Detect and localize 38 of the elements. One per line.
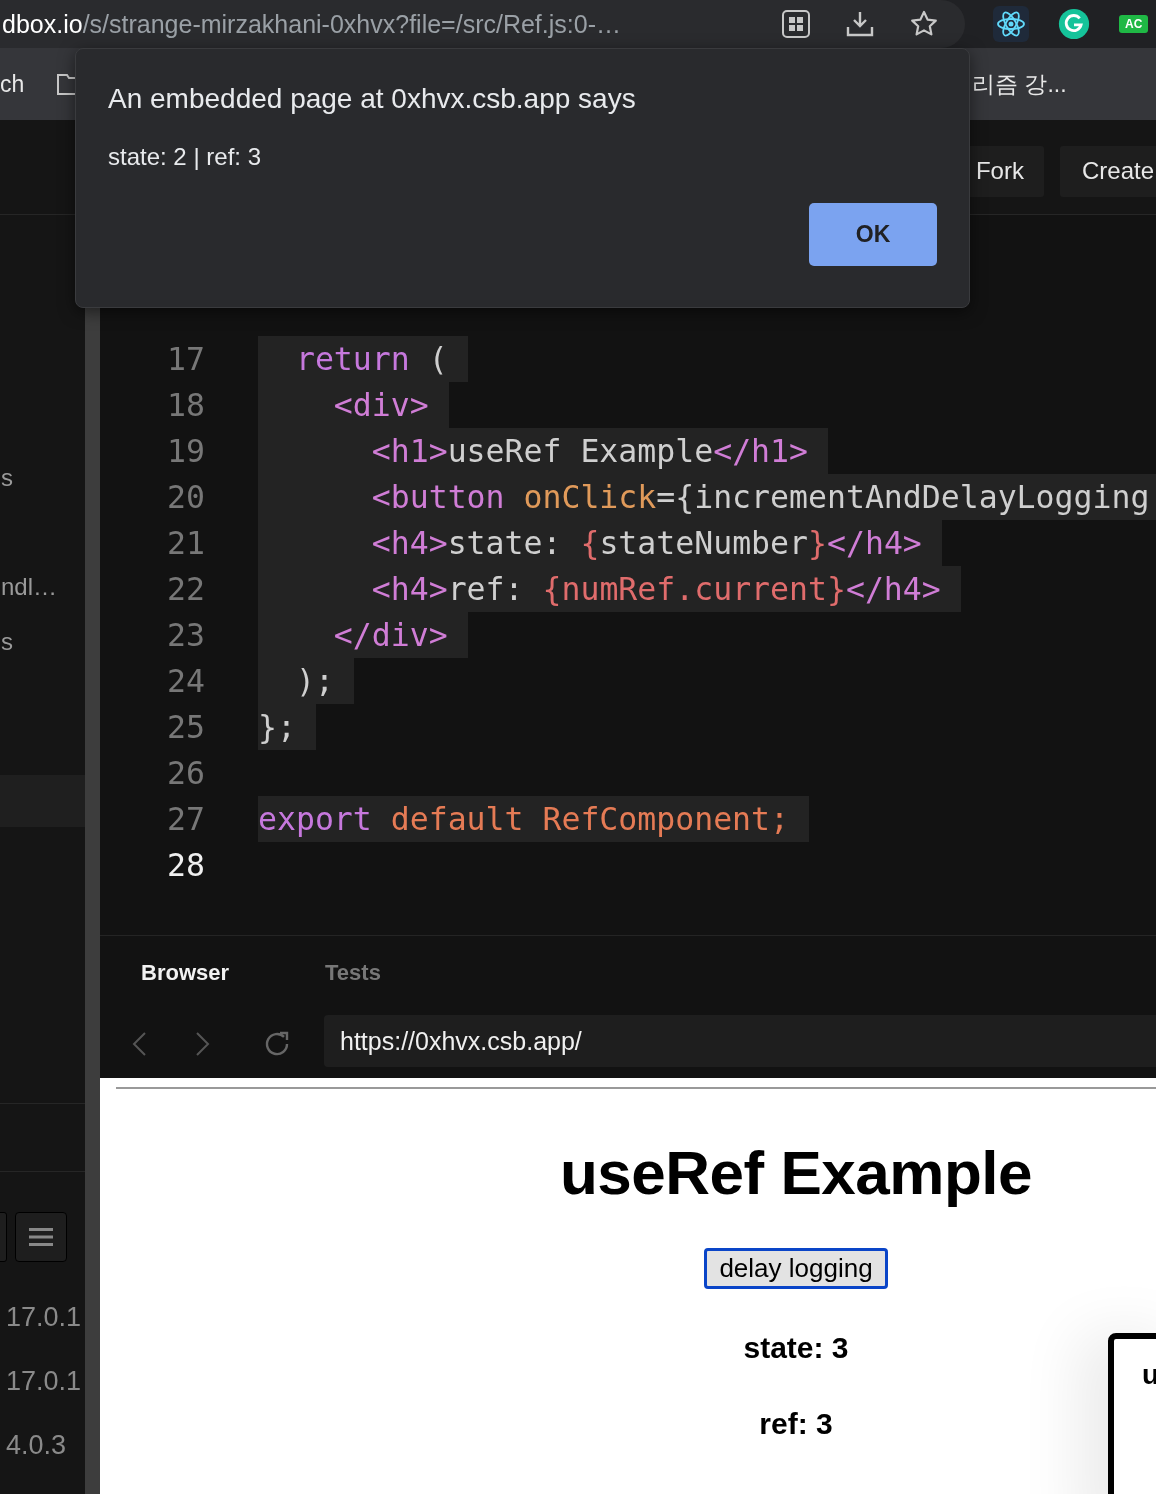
result-text: ref: 3 (759, 1407, 833, 1441)
delay-button[interactable]: delay logging (704, 1248, 888, 1289)
preview-tab[interactable]: Tests (325, 960, 381, 986)
version-text: 17.0.1 (5, 1302, 83, 1332)
line-number: 24 (166, 663, 205, 699)
line-number: 25 (166, 709, 205, 745)
line-number: 18 (166, 387, 205, 423)
star-icon[interactable] (909, 9, 939, 39)
version-text: 17.0.1 (5, 1366, 83, 1396)
line-number: 19 (166, 433, 205, 469)
header-button[interactable]: Create (1059, 145, 1156, 197)
line-number: 23 (166, 617, 205, 653)
atom-icon[interactable] (993, 6, 1029, 42)
dialog-message: state: 2 | ref: 3 (108, 143, 262, 171)
dialog-title: An embedded page at 0xhvx.csb.app says (108, 83, 637, 115)
preview-tab[interactable]: Browser (141, 960, 230, 986)
download-icon[interactable] (845, 9, 875, 39)
bookmark-item[interactable]: 리즘 강... (972, 68, 1067, 100)
bookmark-item[interactable]: ch (0, 70, 25, 98)
g-circle-icon[interactable] (1057, 7, 1091, 41)
version-text: 4.0.3 (5, 1430, 68, 1460)
url-field[interactable]: https://0xhvx.csb.app/ (324, 1015, 1156, 1067)
line-number: 21 (166, 525, 205, 561)
line-number: 22 (166, 571, 205, 607)
sidebar-item[interactable]: s (1, 462, 13, 493)
line-number: 26 (166, 755, 205, 791)
menu-icon (29, 1227, 53, 1247)
line-number: 27 (166, 801, 205, 837)
page-title: useRef Example (560, 1137, 1032, 1208)
sidebar-item[interactable]: ndl… (1, 571, 58, 602)
result-text: state: 3 (743, 1331, 849, 1365)
line-number: 20 (166, 479, 205, 515)
menu-button[interactable] (15, 1212, 67, 1262)
ok-button[interactable]: OK (809, 203, 937, 266)
sidebar-item[interactable]: s (1, 627, 13, 658)
line-number: 28 (166, 847, 205, 883)
line-number: 17 (166, 341, 205, 377)
grid-icon[interactable] (781, 9, 811, 39)
